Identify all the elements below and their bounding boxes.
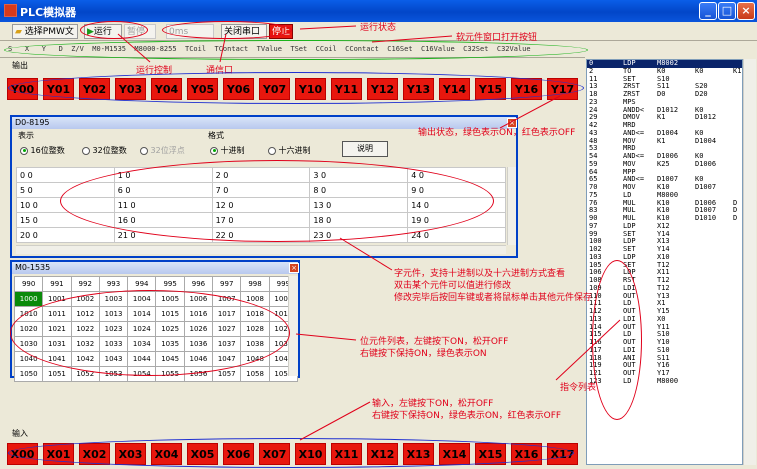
arrow-instr-list (555, 319, 621, 381)
arrow-soft-window (371, 35, 453, 43)
annotation-arrows (117, 25, 621, 441)
arrow-run-control (117, 33, 151, 63)
arrow-bit-list (295, 333, 357, 341)
arrow-input (299, 401, 371, 441)
arrow-comm-port (219, 33, 227, 63)
arrow-run-state (299, 25, 357, 30)
arrow-word-element (339, 237, 393, 271)
arrow-output-state (499, 95, 561, 129)
